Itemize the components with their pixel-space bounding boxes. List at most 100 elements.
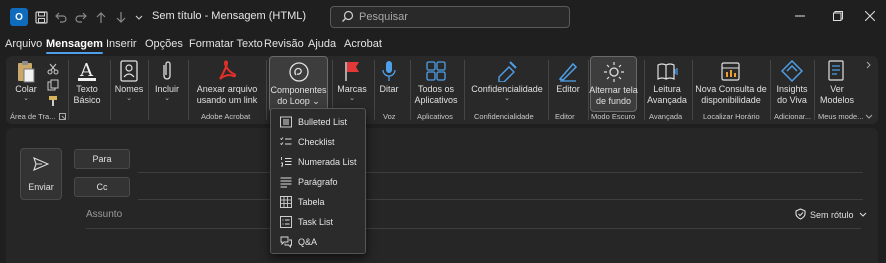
tab-mensagem[interactable]: Mensagem bbox=[46, 38, 103, 54]
names-button[interactable]: Nomes ⌄ bbox=[114, 56, 144, 112]
viva-insights-button[interactable]: Insights do Viva bbox=[773, 56, 811, 112]
search-input[interactable]: Pesquisar bbox=[330, 6, 570, 28]
tags-label: Marcas bbox=[337, 84, 367, 94]
availability-label-1: Nova Consulta de bbox=[695, 84, 767, 94]
to-field[interactable] bbox=[138, 172, 863, 173]
sensitivity-button[interactable]: Confidencialidade ⌄ bbox=[468, 56, 546, 112]
close-button[interactable] bbox=[856, 6, 884, 26]
dictate-button[interactable]: Ditar bbox=[376, 56, 402, 112]
send-label: Enviar bbox=[28, 181, 54, 192]
all-apps-label-2: Aplicativos bbox=[414, 95, 458, 105]
menu-item-label: Parágrafo bbox=[298, 176, 338, 187]
up-arrow-icon[interactable] bbox=[92, 8, 110, 26]
cut-icon[interactable] bbox=[46, 62, 60, 76]
attach-link-button[interactable]: Anexar arquivo usando um link bbox=[192, 56, 262, 112]
ribbon-collapse-icon[interactable] bbox=[862, 58, 876, 72]
sun-icon bbox=[603, 59, 625, 85]
separator bbox=[770, 60, 771, 120]
tags-button[interactable]: Marcas ⌄ bbox=[336, 56, 368, 112]
window-title: Sem título - Mensagem (HTML) bbox=[152, 10, 307, 22]
chevron-down-icon: ⌄ bbox=[126, 95, 132, 102]
group-label-dark-mode: Modo Escuro bbox=[591, 112, 636, 121]
paragraph-icon bbox=[279, 175, 293, 189]
toggle-background-label-2: de fundo bbox=[595, 96, 632, 106]
menu-item-numbered-list[interactable]: Numerada List bbox=[271, 152, 365, 171]
include-button[interactable]: Incluir ⌄ bbox=[152, 56, 182, 112]
viva-label-1: Insights bbox=[776, 84, 808, 94]
menu-item-table[interactable]: Tabela bbox=[271, 192, 365, 211]
group-label-addins: Adicionar... bbox=[774, 112, 812, 121]
chevron-down-icon: ⌄ bbox=[164, 95, 170, 102]
immersive-reader-button[interactable]: Leitura Avançada bbox=[647, 56, 687, 112]
format-painter-icon[interactable] bbox=[46, 94, 60, 108]
viva-label-2: do Viva bbox=[777, 95, 807, 105]
clipboard-icon bbox=[16, 58, 36, 84]
toggle-background-button[interactable]: Alternar tela de fundo bbox=[589, 56, 638, 112]
new-availability-poll-button[interactable]: Nova Consulta de disponibilidade bbox=[694, 56, 768, 112]
group-label-my-templates: Meus mode... bbox=[818, 112, 864, 121]
undo-icon[interactable] bbox=[52, 8, 70, 26]
cc-button[interactable]: Cc bbox=[74, 177, 130, 197]
send-icon bbox=[33, 156, 50, 176]
all-apps-label-1: Todos os bbox=[417, 84, 455, 94]
task-list-icon bbox=[279, 215, 293, 229]
subject-field[interactable]: Assunto bbox=[86, 209, 122, 220]
redo-icon[interactable] bbox=[72, 8, 90, 26]
minimize-button[interactable] bbox=[786, 6, 814, 26]
group-label-voice: Voz bbox=[383, 112, 396, 121]
loop-components-button[interactable]: Componentes do Loop ⌄ bbox=[269, 56, 328, 112]
loop-components-menu: Bulleted List Checklist Numerada List Pa… bbox=[270, 108, 366, 254]
menu-item-qa[interactable]: Q&A bbox=[271, 232, 365, 251]
sensitivity-label-picker[interactable]: Sem rótulo bbox=[795, 208, 867, 222]
apps-grid-icon bbox=[426, 58, 446, 84]
editor-button[interactable]: Editor bbox=[551, 56, 585, 112]
tab-opcoes[interactable]: Opções bbox=[145, 38, 183, 50]
availability-label-2: disponibilidade bbox=[701, 95, 761, 105]
loop-label-1: Componentes bbox=[270, 85, 327, 95]
tab-arquivo[interactable]: Arquivo bbox=[5, 38, 42, 50]
flag-icon bbox=[344, 58, 360, 84]
sensitivity-text: Sem rótulo bbox=[810, 210, 854, 220]
tab-formatar-texto[interactable]: Formatar Texto bbox=[189, 38, 263, 50]
tab-revisao[interactable]: Revisão bbox=[264, 38, 304, 50]
viva-insights-icon bbox=[781, 58, 803, 84]
save-icon[interactable] bbox=[32, 8, 50, 26]
group-label-apps: Aplicativos bbox=[417, 112, 453, 121]
menu-item-task-list[interactable]: Task List bbox=[271, 212, 365, 231]
menu-item-label: Task List bbox=[298, 216, 334, 227]
separator bbox=[68, 60, 69, 120]
basic-text-button[interactable]: A Texto Básico bbox=[70, 56, 104, 112]
separator bbox=[374, 60, 375, 120]
chevron-down-icon: ⌄ bbox=[349, 95, 355, 102]
separator bbox=[188, 60, 189, 120]
menu-item-paragraph[interactable]: Parágrafo bbox=[271, 172, 365, 191]
view-templates-button[interactable]: Ver Modelos bbox=[817, 56, 857, 112]
tab-ajuda[interactable]: Ajuda bbox=[308, 38, 336, 50]
more-icon[interactable] bbox=[130, 8, 148, 26]
include-label: Incluir bbox=[154, 84, 179, 94]
dialog-launcher-icon[interactable] bbox=[58, 112, 66, 120]
ribbon-options-icon[interactable] bbox=[862, 110, 876, 124]
copy-icon[interactable] bbox=[46, 78, 60, 92]
send-button[interactable]: Enviar bbox=[20, 148, 62, 200]
templates-label-1: Ver bbox=[830, 84, 844, 94]
checklist-icon bbox=[279, 135, 293, 149]
menu-item-checklist[interactable]: Checklist bbox=[271, 132, 365, 151]
immersive-reader-label-1: Leitura bbox=[653, 84, 681, 94]
menu-item-bulleted-list[interactable]: Bulleted List bbox=[271, 112, 365, 131]
paste-button[interactable]: Colar ⌄ bbox=[12, 56, 40, 112]
maximize-button[interactable] bbox=[824, 6, 852, 26]
templates-label-2: Modelos bbox=[819, 95, 855, 105]
names-label: Nomes bbox=[114, 84, 144, 94]
menu-item-label: Numerada List bbox=[298, 156, 357, 167]
menu-item-label: Bulleted List bbox=[298, 116, 348, 127]
tab-inserir[interactable]: Inserir bbox=[106, 38, 137, 50]
cc-field[interactable] bbox=[138, 199, 863, 200]
to-button[interactable]: Para bbox=[74, 149, 130, 169]
group-label-adobe: Adobe Acrobat bbox=[201, 112, 251, 121]
separator bbox=[548, 60, 549, 120]
separator bbox=[814, 60, 815, 120]
down-arrow-icon[interactable] bbox=[112, 8, 130, 26]
all-apps-button[interactable]: Todos os Aplicativos bbox=[414, 56, 458, 112]
tab-acrobat[interactable]: Acrobat bbox=[344, 38, 382, 50]
